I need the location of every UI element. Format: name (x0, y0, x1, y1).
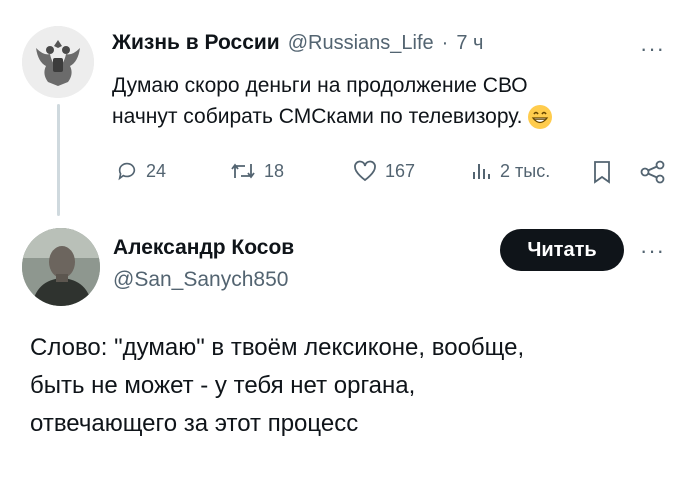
reply-author-handle[interactable]: @San_Sanych850 (113, 268, 288, 292)
reply-text-line: Слово: "думаю" в твоём лексиконе, вообще… (30, 334, 525, 361)
separator: · (441, 32, 449, 54)
share-button[interactable] (640, 160, 666, 184)
like-button[interactable]: 167 (353, 160, 415, 182)
coat-of-arms-icon (22, 26, 94, 98)
views-chart-icon (473, 164, 490, 179)
share-icon (640, 160, 665, 184)
bookmark-icon (594, 161, 610, 184)
reply-button[interactable]: 24 (116, 160, 166, 182)
retweet-count: 18 (264, 160, 285, 181)
avatar[interactable] (22, 26, 94, 98)
author-name[interactable]: Жизнь в России (112, 31, 280, 55)
more-options-button[interactable]: ··· (640, 238, 665, 264)
follow-button[interactable]: Читать (500, 229, 624, 271)
more-options-button[interactable]: ··· (640, 36, 665, 62)
reply-text: Слово: "думаю" в твоём лексиконе, вообще… (30, 329, 680, 443)
views-button[interactable]: 2 тыс. (470, 160, 550, 182)
views-count: 2 тыс. (500, 160, 551, 181)
reply-icon (118, 162, 136, 181)
grin-emoji-icon (527, 104, 553, 130)
avatar[interactable] (22, 228, 100, 306)
reply-count: 24 (146, 160, 167, 181)
heart-icon (354, 160, 376, 182)
reply-author-name[interactable]: Александр Косов (113, 236, 294, 260)
retweet-icon (231, 163, 255, 179)
tweet-header: Жизнь в России @Russians_Life · 7 ч (112, 31, 483, 55)
like-count: 167 (385, 160, 416, 181)
reply-text-line: быть не может - у тебя нет органа, (30, 372, 416, 399)
timestamp[interactable]: 7 ч (456, 32, 483, 55)
author-handle[interactable]: @Russians_Life (288, 32, 434, 55)
retweet-button[interactable]: 18 (230, 160, 284, 182)
tweet-text: Думаю скоро деньги на продолжение СВО на… (112, 70, 672, 132)
tweet-text-line: начнут собирать СМСками по телевизору. (112, 105, 523, 128)
tweet-text-line: Думаю скоро деньги на продолжение СВО (112, 74, 528, 97)
bookmark-button[interactable] (592, 160, 612, 184)
reply-text-line: отвечающего за этот процесс (30, 410, 359, 437)
user-photo (22, 228, 100, 306)
thread-line (57, 104, 60, 216)
